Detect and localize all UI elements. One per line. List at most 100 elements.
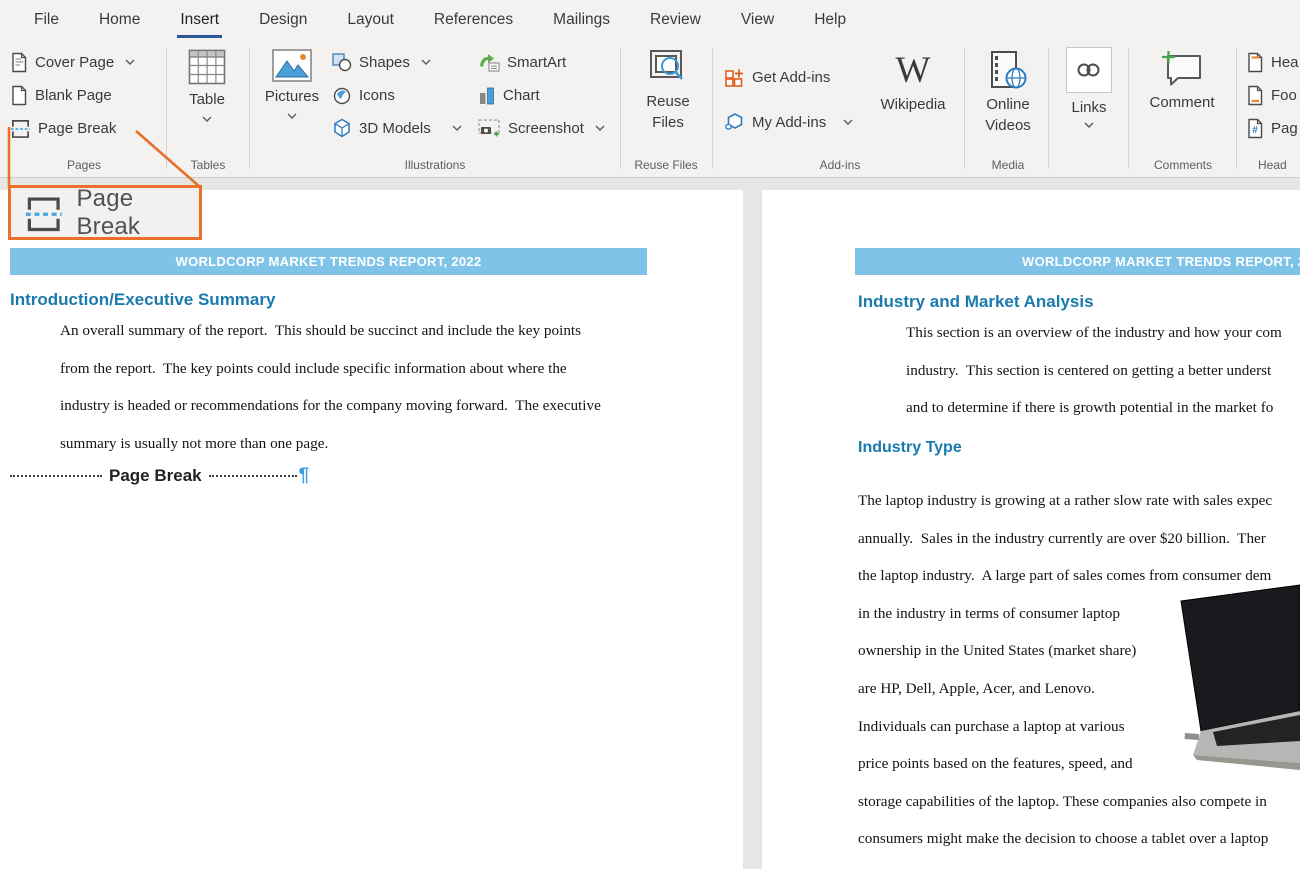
comment-label: Comment [1149, 92, 1214, 113]
online-videos-icon [989, 50, 1027, 90]
tab-mailings[interactable]: Mailings [533, 0, 630, 40]
smartart-label: SmartArt [507, 54, 566, 71]
smartart-button[interactable]: SmartArt [478, 49, 566, 75]
body-line: storage capabilities of the laptop. Thes… [858, 783, 1272, 821]
chevron-down-icon [202, 116, 212, 122]
document-page-2[interactable]: WORLDCORP MARKET TRENDS REPORT, 2022 Ind… [762, 190, 1300, 869]
table-button[interactable]: Table [172, 49, 242, 122]
get-addins-label: Get Add-ins [752, 69, 830, 86]
chart-button[interactable]: Chart [478, 82, 540, 108]
svg-text:#: # [1252, 125, 1258, 136]
subsection-heading: Industry Type [858, 439, 962, 457]
section-heading: Industry and Market Analysis [858, 292, 1094, 312]
tab-insert[interactable]: Insert [160, 0, 239, 40]
pages-group-label: Pages [8, 158, 160, 172]
icons-icon [332, 86, 352, 105]
tab-file[interactable]: File [14, 0, 79, 40]
shapes-label: Shapes [359, 54, 410, 71]
body-line: The laptop industry is growing at a rath… [858, 482, 1272, 520]
my-addins-label: My Add-ins [752, 114, 826, 131]
get-addins-button[interactable]: Get Add-ins [724, 64, 830, 90]
header-icon [1246, 52, 1264, 73]
chevron-down-icon [287, 113, 297, 119]
header-button[interactable]: Hea [1246, 49, 1299, 75]
icons-label: Icons [359, 87, 395, 104]
table-label: Table [189, 89, 225, 110]
tab-design[interactable]: Design [239, 0, 327, 40]
blank-page-button[interactable]: Blank Page [10, 82, 112, 108]
chevron-down-icon [1084, 122, 1094, 128]
icons-button[interactable]: Icons [332, 82, 395, 108]
footer-button[interactable]: Foo [1246, 82, 1297, 108]
body-line: industry. This section is centered on ge… [906, 352, 1282, 390]
tab-references[interactable]: References [414, 0, 533, 40]
body-line: industry is headed or recommendations fo… [60, 387, 601, 425]
chevron-down-icon [452, 125, 462, 131]
page-number-button[interactable]: # Pag [1246, 115, 1298, 141]
screenshot-label: Screenshot [508, 120, 584, 137]
ribbon-tab-bar: File Home Insert Design Layout Reference… [0, 0, 1300, 40]
tab-review[interactable]: Review [630, 0, 721, 40]
chevron-down-icon [421, 59, 431, 65]
media-group-label: Media [966, 158, 1050, 172]
reuse-files-label: Reuse Files [640, 91, 696, 133]
section-heading: Introduction/Executive Summary [10, 290, 275, 310]
screenshot-button[interactable]: Screenshot [478, 115, 605, 141]
page-break-marker: Page Break ¶ [10, 466, 309, 486]
page-break-marker-label: Page Break [109, 466, 202, 486]
pictures-label: Pictures [265, 86, 319, 107]
3d-models-label: 3D Models [359, 120, 431, 137]
tab-home[interactable]: Home [79, 0, 160, 40]
my-addins-button[interactable]: My Add-ins [724, 109, 853, 135]
body-line: consumers might make the decision to cho… [858, 820, 1272, 858]
tab-layout[interactable]: Layout [327, 0, 414, 40]
group-divider [712, 48, 713, 169]
online-videos-button[interactable]: Online Videos [970, 50, 1046, 136]
header-label: Hea [1271, 54, 1299, 71]
page-break-callout: Page Break [8, 185, 202, 240]
body-line: This section is an overview of the indus… [906, 314, 1282, 352]
page-number-icon: # [1246, 118, 1264, 139]
wikipedia-button[interactable]: W Wikipedia [872, 52, 954, 115]
page-break-dotted-line [209, 475, 297, 477]
illustrations-group-label: Illustrations [252, 158, 618, 172]
3d-models-button[interactable]: 3D Models [332, 115, 462, 141]
tables-group-label: Tables [166, 158, 250, 172]
pictures-button[interactable]: Pictures [256, 49, 328, 119]
addins-group-label: Add-ins [716, 158, 964, 172]
group-divider [166, 48, 167, 169]
laptop-image[interactable] [1163, 583, 1300, 788]
word-application-window: File Home Insert Design Layout Reference… [0, 0, 1300, 869]
links-icon-frame [1066, 47, 1112, 93]
links-button[interactable]: Links [1056, 47, 1122, 128]
pilcrow-mark: ¶ [299, 467, 310, 485]
insert-ribbon: Cover Page Blank Page Page Break Pages [0, 40, 1300, 178]
comment-button[interactable]: Comment [1134, 50, 1230, 113]
screenshot-icon [478, 119, 501, 138]
cover-page-button[interactable]: Cover Page [10, 49, 135, 75]
chart-icon [478, 86, 496, 105]
tab-view[interactable]: View [721, 0, 794, 40]
page-break-button[interactable]: Page Break [10, 115, 116, 141]
report-title-banner: WORLDCORP MARKET TRENDS REPORT, 2022 [10, 248, 647, 275]
report-title-banner: WORLDCORP MARKET TRENDS REPORT, 2022 [855, 248, 1300, 275]
body-line: and to determine if there is growth pote… [906, 389, 1282, 427]
footer-label: Foo [1271, 87, 1297, 104]
chevron-down-icon [125, 59, 135, 65]
links-icon [1075, 60, 1103, 80]
page-break-dotted-line [10, 475, 102, 477]
page-break-icon-large [24, 191, 63, 234]
shapes-button[interactable]: Shapes [332, 49, 431, 75]
tab-help[interactable]: Help [794, 0, 866, 40]
reuse-files-button[interactable]: Reuse Files [626, 49, 710, 133]
page-number-label: Pag [1271, 120, 1298, 137]
blank-page-label: Blank Page [35, 87, 112, 104]
group-divider [1048, 48, 1049, 169]
comments-group-label: Comments [1130, 158, 1236, 172]
3d-models-icon [332, 118, 352, 138]
smartart-icon [478, 53, 500, 72]
document-page-1[interactable]: WORLDCORP MARKET TRENDS REPORT, 2022 Int… [0, 190, 743, 869]
chart-label: Chart [503, 87, 540, 104]
links-label: Links [1071, 97, 1106, 118]
group-divider [964, 48, 965, 169]
